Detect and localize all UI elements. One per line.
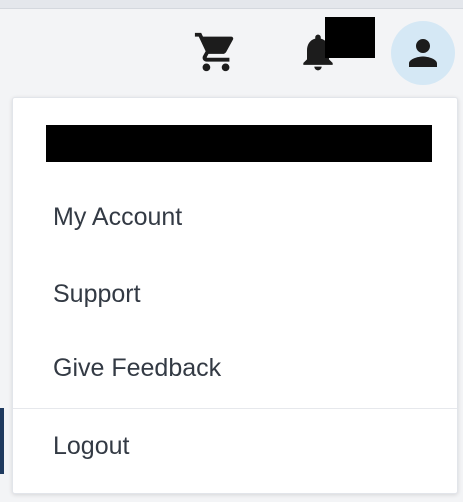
redacted-user-name xyxy=(46,125,432,162)
menu-item-label: My Account xyxy=(53,202,183,231)
app-frame: My Account Support Give Feedback Logout xyxy=(0,0,463,502)
menu-item-support[interactable]: Support xyxy=(13,264,457,324)
page-accent-bar xyxy=(0,408,4,474)
user-icon xyxy=(409,39,437,67)
shopping-cart-icon xyxy=(194,32,234,72)
user-dropdown-menu: My Account Support Give Feedback Logout xyxy=(12,97,458,494)
menu-item-label: Support xyxy=(53,279,141,308)
menu-item-label: Logout xyxy=(53,431,130,460)
menu-item-my-account[interactable]: My Account xyxy=(13,187,457,247)
cart-button[interactable] xyxy=(190,26,242,78)
user-menu-button[interactable] xyxy=(391,21,455,85)
redacted-notification-badge xyxy=(325,17,375,58)
menu-item-label: Give Feedback xyxy=(53,353,222,382)
window-top-edge xyxy=(0,0,463,9)
menu-item-logout[interactable]: Logout xyxy=(13,416,457,476)
menu-item-give-feedback[interactable]: Give Feedback xyxy=(13,338,457,398)
menu-divider xyxy=(13,408,457,409)
